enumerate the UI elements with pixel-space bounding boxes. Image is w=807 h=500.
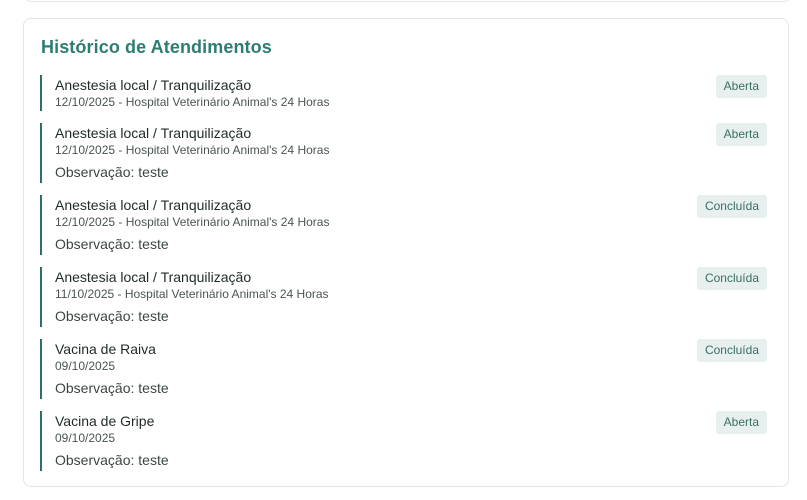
history-entry: Vacina de Gripe 09/10/2025 Observação: t… <box>40 411 767 471</box>
entry-date: 09/10/2025 <box>55 359 116 373</box>
entry-date-location: 12/10/2025 - Hospital Veterinário Animal… <box>55 215 330 229</box>
history-entry: Anestesia local / Tranquilização 12/10/2… <box>40 75 767 111</box>
history-entry: Anestesia local / Tranquilização 12/10/2… <box>40 195 767 255</box>
entry-observation: Observação: teste <box>55 236 169 252</box>
status-badge: Aberta <box>715 75 767 98</box>
previous-card-edge <box>24 0 791 2</box>
entry-date-location: 12/10/2025 - Hospital Veterinário Animal… <box>55 95 330 109</box>
status-badge: Aberta <box>715 123 767 146</box>
entry-date-location: 11/10/2025 - Hospital Veterinário Animal… <box>55 287 329 301</box>
entry-title: Anestesia local / Tranquilização <box>55 77 252 93</box>
history-panel: Histórico de Atendimentos Anestesia loca… <box>23 18 789 487</box>
entry-title: Vacina de Gripe <box>55 413 155 429</box>
status-badge: Concluída <box>696 267 767 290</box>
history-entry: Anestesia local / Tranquilização 11/10/2… <box>40 267 767 327</box>
history-list: Anestesia local / Tranquilização 12/10/2… <box>40 75 767 483</box>
entry-title: Anestesia local / Tranquilização <box>55 125 252 141</box>
entry-observation: Observação: teste <box>55 452 169 468</box>
entry-observation: Observação: teste <box>55 380 169 396</box>
status-badge: Concluída <box>696 339 767 362</box>
entry-date-location: 12/10/2025 - Hospital Veterinário Animal… <box>55 143 330 157</box>
history-entry: Vacina de Raiva 09/10/2025 Observação: t… <box>40 339 767 399</box>
entry-title: Vacina de Raiva <box>55 341 156 357</box>
entry-title: Anestesia local / Tranquilização <box>55 197 252 213</box>
status-badge: Aberta <box>715 411 767 434</box>
entry-date: 09/10/2025 <box>55 431 116 445</box>
entry-observation: Observação: teste <box>55 164 169 180</box>
entry-title: Anestesia local / Tranquilização <box>55 269 252 285</box>
panel-title: Histórico de Atendimentos <box>41 37 272 57</box>
status-badge: Concluída <box>696 195 767 218</box>
entry-observation: Observação: teste <box>55 308 169 324</box>
history-entry: Anestesia local / Tranquilização 12/10/2… <box>40 123 767 183</box>
